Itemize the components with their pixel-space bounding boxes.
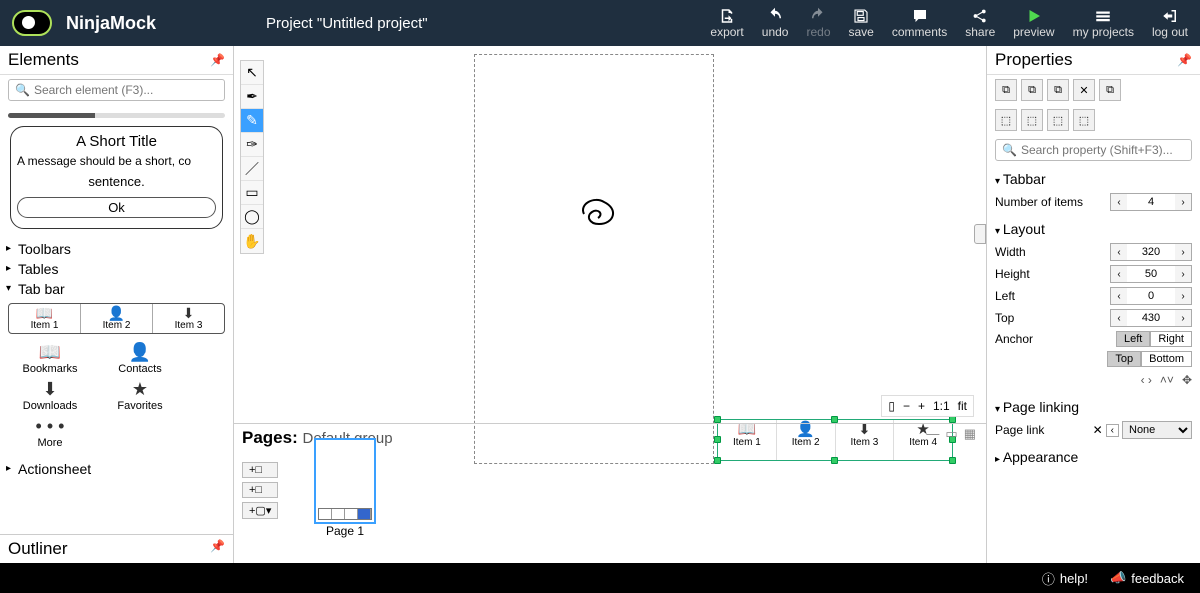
footer: ⓘ help! 📣 feedback: [0, 563, 1200, 593]
add-page-dropdown[interactable]: +▢▾: [242, 502, 278, 519]
tabbar-item-more[interactable]: • • •More: [14, 416, 86, 449]
stepper-dec[interactable]: ‹: [1111, 194, 1127, 210]
elements-search[interactable]: 🔍: [8, 79, 225, 101]
section-tabbar[interactable]: Tabbar: [995, 167, 1192, 191]
outliner-title: Outliner: [8, 539, 68, 559]
undo-button[interactable]: undo: [762, 7, 789, 39]
anchor-h-toggle[interactable]: LeftRight: [1116, 331, 1192, 347]
clear-link-icon[interactable]: ✕: [1093, 423, 1103, 437]
properties-search-input[interactable]: [1021, 143, 1185, 157]
align-h-icon[interactable]: ‹ ›: [1141, 373, 1152, 387]
elements-panel: Elements 📌 🔍 A Short Title A message sho…: [0, 46, 234, 563]
layer-back-button[interactable]: ⬚: [1073, 109, 1095, 131]
log-out-button[interactable]: log out: [1152, 7, 1188, 39]
help-button[interactable]: ⓘ help!: [1042, 569, 1088, 588]
properties-pin-icon[interactable]: 📌: [1177, 53, 1192, 67]
align-all-icon[interactable]: ✥: [1182, 373, 1192, 387]
top-stepper[interactable]: ‹›: [1110, 309, 1192, 327]
pages-view-dots[interactable]: ▭: [945, 426, 957, 442]
logo-icon: [12, 10, 52, 36]
page-thumb-1[interactable]: Page 1: [314, 438, 376, 538]
zoom-in-icon[interactable]: +: [918, 399, 925, 413]
topbar: NinjaMock Project "Untitled project" exp…: [0, 0, 1200, 46]
pages-bar: Pages: Default group +□ +□ +▢▾ Page 1 — …: [234, 423, 986, 563]
properties-title: Properties: [995, 50, 1072, 70]
layer-forward-button[interactable]: ⬚: [1021, 109, 1043, 131]
layer-backward-button[interactable]: ⬚: [1047, 109, 1069, 131]
freehand-scribble[interactable]: [574, 194, 624, 239]
canvas-side-handle[interactable]: [974, 224, 986, 244]
tabbar-element[interactable]: 📖Item 1 👤Item 2 ⬇Item 3: [8, 303, 225, 334]
add-page-button-2[interactable]: +□: [242, 482, 278, 498]
tabbar-item-downloads[interactable]: ⬇Downloads: [14, 379, 86, 412]
my-projects-button[interactable]: my projects: [1073, 7, 1134, 39]
device-frame[interactable]: 📖Item 1 👤Item 2 ⬇Item 3 ★Item 4: [474, 54, 714, 464]
page-link-select[interactable]: None: [1122, 421, 1192, 439]
zoom-out-icon[interactable]: −: [903, 399, 910, 413]
add-page-button[interactable]: +□: [242, 462, 278, 478]
align-v-icon[interactable]: ˄˅: [1160, 373, 1174, 387]
properties-panel: Properties 📌 ⧉ ⧉ ⧉ ✕ ⧉ ⬚ ⬚ ⬚ ⬚ 🔍 Tabbar …: [986, 46, 1200, 563]
device-icon[interactable]: ▯: [888, 399, 895, 413]
brand-name: NinjaMock: [66, 13, 156, 34]
feedback-button[interactable]: 📣 feedback: [1110, 570, 1184, 586]
copy3-button[interactable]: ⧉: [1047, 79, 1069, 101]
search-icon: 🔍: [15, 83, 30, 97]
logo[interactable]: NinjaMock: [12, 10, 156, 36]
zoom-1-1[interactable]: 1:1: [933, 399, 950, 413]
share-button[interactable]: share: [965, 7, 995, 39]
preview-button[interactable]: preview: [1013, 7, 1054, 39]
group-tabbar[interactable]: Tab bar: [6, 279, 227, 299]
canvas[interactable]: ↖ ✒ ✎ ✑ ／ ▭ ◯ ✋ 📖Item 1 👤Item 2 ⬇Item 3 …: [234, 46, 986, 563]
pin-icon[interactable]: 📌: [210, 53, 225, 67]
num-items-input[interactable]: [1127, 196, 1175, 208]
stepper-inc[interactable]: ›: [1175, 194, 1191, 210]
tabbar-item-bookmarks[interactable]: 📖Bookmarks: [14, 342, 86, 375]
group-toolbars[interactable]: Toolbars: [6, 239, 227, 259]
top-actions: export undo redo save comments share pre…: [710, 7, 1188, 39]
copy2-button[interactable]: ⧉: [1021, 79, 1043, 101]
section-page-linking[interactable]: Page linking: [995, 395, 1192, 419]
project-title: Project "Untitled project": [266, 15, 428, 32]
alert-element-preview[interactable]: A Short Title A message should be a shor…: [10, 126, 223, 229]
search-icon: 🔍: [1002, 143, 1017, 157]
height-stepper[interactable]: ‹›: [1110, 265, 1192, 283]
width-stepper[interactable]: ‹›: [1110, 243, 1192, 261]
tabbar-item-contacts[interactable]: 👤Contacts: [104, 342, 176, 375]
save-button[interactable]: save: [849, 7, 874, 39]
comments-button[interactable]: comments: [892, 7, 947, 39]
pages-view-minus[interactable]: —: [926, 426, 939, 442]
duplicate-button[interactable]: ⧉: [1099, 79, 1121, 101]
elements-search-input[interactable]: [34, 83, 218, 97]
properties-search[interactable]: 🔍: [995, 139, 1192, 161]
tabbar-item-favorites[interactable]: ★Favorites: [104, 379, 176, 412]
anchor-v-toggle[interactable]: TopBottom: [1107, 351, 1192, 367]
section-appearance[interactable]: Appearance: [995, 445, 1192, 469]
left-stepper[interactable]: ‹›: [1110, 287, 1192, 305]
zoom-fit[interactable]: fit: [958, 399, 967, 413]
zoom-controls: ▯ − + 1:1 fit: [881, 395, 974, 417]
export-button[interactable]: export: [710, 7, 743, 39]
layer-front-button[interactable]: ⬚: [995, 109, 1017, 131]
redo-button[interactable]: redo: [806, 7, 830, 39]
section-layout[interactable]: Layout: [995, 217, 1192, 241]
outliner-pin-icon[interactable]: 📌: [210, 539, 225, 559]
copy-button[interactable]: ⧉: [995, 79, 1017, 101]
delete-button[interactable]: ✕: [1073, 79, 1095, 101]
group-tables[interactable]: Tables: [6, 259, 227, 279]
num-items-stepper[interactable]: ‹ ›: [1110, 193, 1192, 211]
pages-view-grid[interactable]: ▦: [964, 426, 976, 442]
elements-title: Elements: [8, 50, 79, 70]
group-actionsheet[interactable]: Actionsheet: [6, 459, 227, 479]
